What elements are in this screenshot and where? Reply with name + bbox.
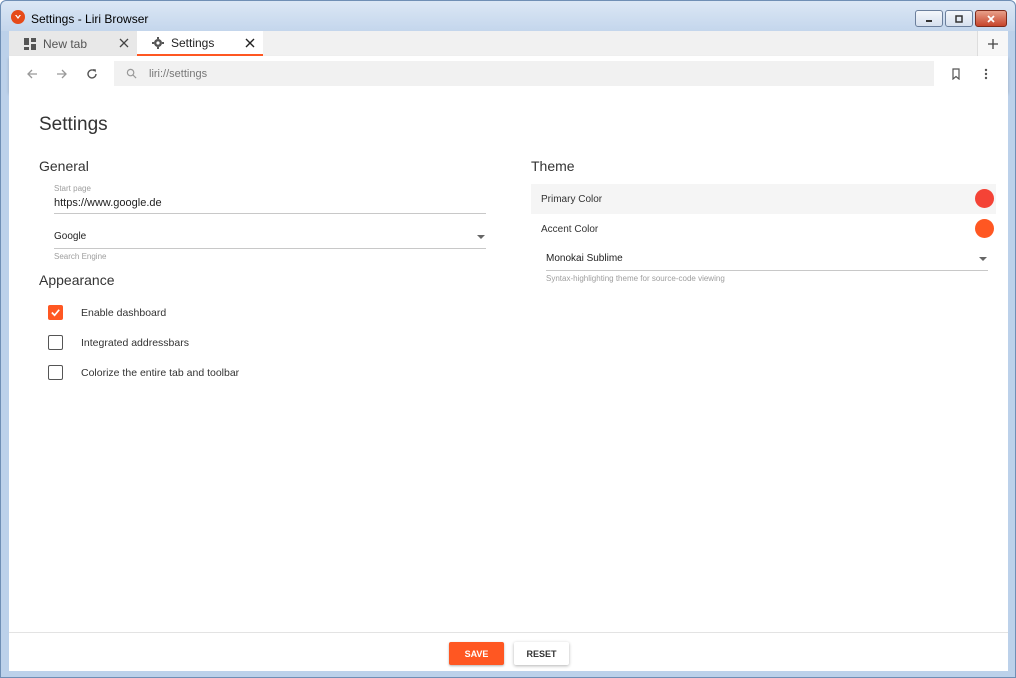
colorize-tab-checkbox[interactable]: [48, 365, 63, 380]
integrated-addressbars-checkbox[interactable]: [48, 335, 63, 350]
enable-dashboard-label: Enable dashboard: [81, 307, 167, 319]
reload-icon: [87, 69, 97, 79]
bookmark-button[interactable]: [946, 64, 966, 84]
address-bar[interactable]: [114, 61, 934, 86]
close-window-button[interactable]: [975, 10, 1007, 27]
menu-button[interactable]: [976, 64, 996, 84]
chevron-down-icon: [979, 257, 987, 261]
close-tab-button[interactable]: [243, 36, 257, 50]
accent-color-row[interactable]: Accent Color: [531, 214, 996, 244]
start-page-input[interactable]: https://www.google.de: [54, 197, 162, 209]
reset-button[interactable]: RESET: [514, 642, 569, 665]
back-button[interactable]: [22, 64, 42, 84]
search-engine-underline: [54, 248, 486, 249]
syntax-theme-label: Syntax-highlighting theme for source-cod…: [546, 274, 725, 283]
dashboard-icon: [23, 37, 37, 51]
start-page-underline: [54, 213, 486, 214]
close-icon: [987, 14, 995, 23]
browser-window: Settings - Liri Browser New tab Settings…: [0, 0, 1016, 678]
more-vert-icon: [984, 68, 988, 80]
search-engine-select[interactable]: Google: [54, 231, 86, 242]
maximize-icon: [955, 14, 963, 23]
theme-heading: Theme: [531, 158, 575, 174]
arrow-forward-icon: [57, 69, 67, 79]
close-tab-button[interactable]: [117, 36, 131, 50]
minimize-icon: [926, 19, 932, 22]
minimize-button[interactable]: [915, 10, 943, 27]
syntax-theme-underline: [546, 270, 988, 271]
bookmark-icon: [952, 68, 960, 80]
gear-icon: [151, 36, 165, 50]
appearance-heading: Appearance: [39, 272, 115, 288]
arrow-back-icon: [27, 69, 37, 79]
forward-button[interactable]: [52, 64, 72, 84]
search-engine-label: Search Engine: [54, 252, 107, 261]
title-bar: Settings - Liri Browser: [1, 1, 1015, 31]
checkmark-icon: [51, 309, 60, 317]
primary-color-swatch[interactable]: [975, 189, 994, 208]
colorize-tab-label: Colorize the entire tab and toolbar: [81, 367, 240, 379]
general-heading: General: [39, 158, 89, 174]
window-title: Settings - Liri Browser: [31, 12, 149, 26]
settings-page: Settings General Start page https://www.…: [9, 92, 1008, 632]
integrated-addressbars-label: Integrated addressbars: [81, 337, 189, 349]
close-icon: [119, 38, 129, 48]
new-tab-button[interactable]: [977, 31, 1008, 56]
syntax-theme-select[interactable]: Monokai Sublime: [546, 253, 623, 264]
save-button[interactable]: SAVE: [449, 642, 504, 665]
tab-label: Settings: [171, 35, 215, 50]
close-icon: [245, 38, 255, 48]
tab-label: New tab: [43, 36, 88, 51]
chevron-down-icon: [477, 235, 485, 239]
plus-icon: [988, 38, 998, 49]
primary-color-label: Primary Color: [541, 193, 603, 205]
reload-button[interactable]: [82, 64, 102, 84]
accent-color-swatch[interactable]: [975, 219, 994, 238]
address-input[interactable]: [149, 67, 909, 80]
tab-strip: New tab Settings: [9, 31, 1008, 56]
page-title: Settings: [39, 114, 108, 135]
tab-new-tab[interactable]: New tab: [9, 31, 137, 56]
browser-client-area: New tab Settings liri://settings Setting…: [9, 31, 1008, 671]
enable-dashboard-checkbox[interactable]: [48, 305, 63, 320]
primary-color-row[interactable]: Primary Color: [531, 184, 996, 214]
browser-toolbar: [9, 56, 1008, 92]
window-controls: [915, 10, 1007, 27]
start-page-label: Start page: [54, 184, 91, 193]
accent-color-label: Accent Color: [541, 223, 599, 235]
liri-logo-icon: [11, 10, 25, 24]
settings-footer: SAVE RESET: [9, 632, 1008, 671]
search-icon: [126, 68, 138, 80]
maximize-button[interactable]: [945, 10, 973, 27]
tab-settings[interactable]: Settings: [137, 31, 263, 56]
